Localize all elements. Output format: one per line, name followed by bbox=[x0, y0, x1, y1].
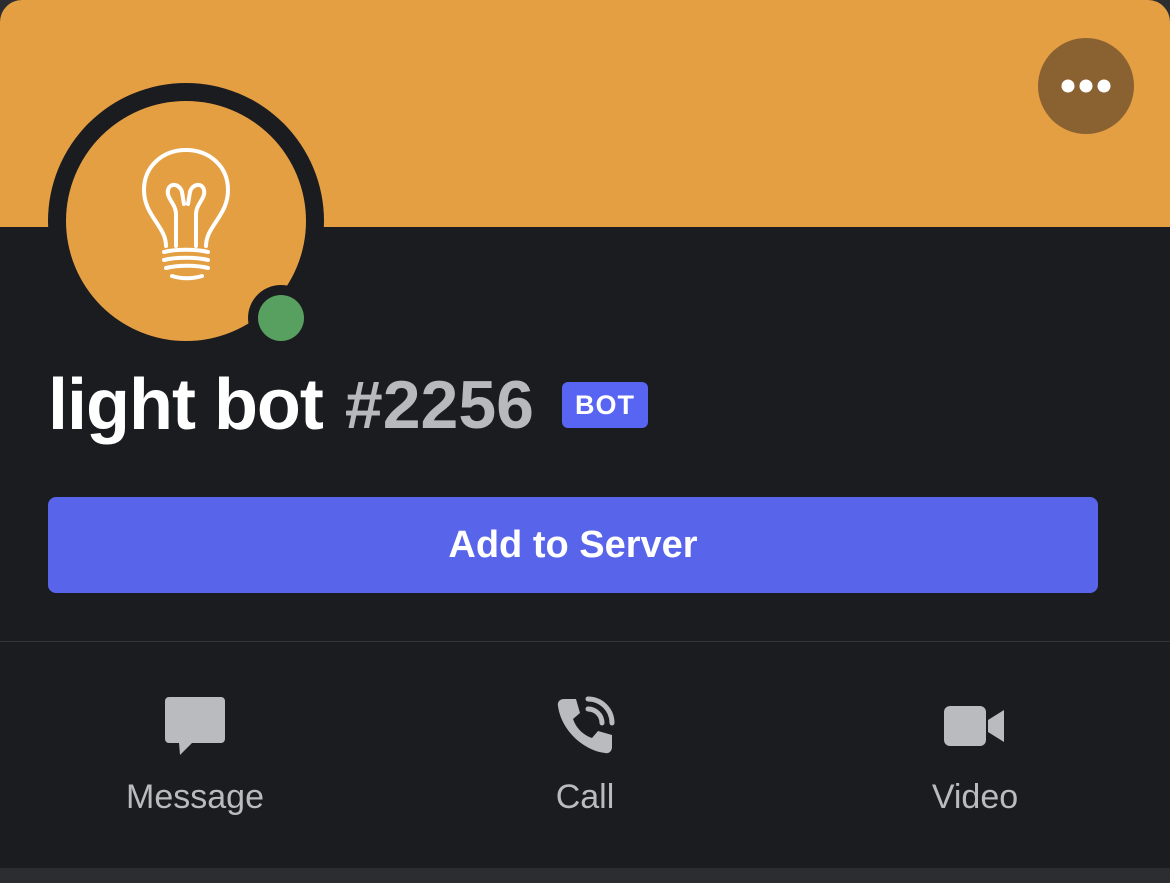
divider bbox=[0, 641, 1170, 642]
message-action[interactable]: Message bbox=[75, 690, 315, 830]
online-status-indicator bbox=[258, 295, 304, 341]
more-options-button[interactable] bbox=[1038, 38, 1134, 134]
call-label: Call bbox=[555, 778, 615, 816]
username: light bot bbox=[48, 365, 324, 445]
user-profile-card: light bot #2256 BOT Add to Server Messag… bbox=[0, 0, 1170, 868]
discriminator: #2256 bbox=[344, 367, 534, 443]
chat-bubble-icon bbox=[165, 697, 225, 755]
call-action[interactable]: Call bbox=[465, 690, 705, 830]
bot-badge: BOT bbox=[561, 382, 648, 428]
message-icon-wrap bbox=[164, 690, 226, 762]
lightbulb-icon bbox=[142, 148, 230, 281]
call-icon-wrap bbox=[554, 690, 616, 762]
video-action[interactable]: Video bbox=[855, 690, 1095, 830]
video-camera-icon bbox=[944, 706, 1004, 746]
video-icon-wrap bbox=[944, 690, 1006, 762]
name-row: light bot #2256 BOT bbox=[48, 360, 648, 450]
phone-call-icon bbox=[557, 696, 615, 754]
message-label: Message bbox=[126, 778, 264, 816]
more-horizontal-icon bbox=[1061, 79, 1111, 93]
add-to-server-button[interactable]: Add to Server bbox=[48, 497, 1098, 593]
video-label: Video bbox=[931, 778, 1019, 816]
